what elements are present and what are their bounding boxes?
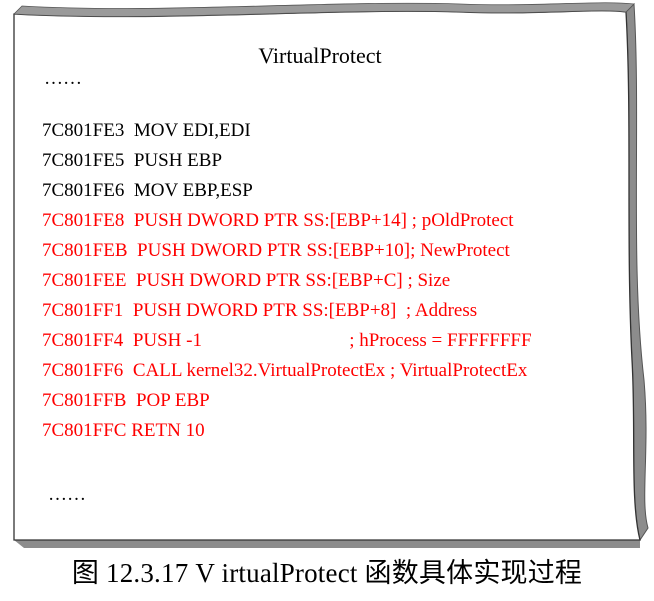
ellipsis-bottom: …… xyxy=(48,484,86,505)
code-line: 7C801FEB PUSH DWORD PTR SS:[EBP+10]; New… xyxy=(42,236,532,266)
code-instruction: PUSH DWORD PTR SS:[EBP+14] ; pOldProtect xyxy=(133,210,514,231)
code-address: 7C801FF6 xyxy=(42,360,124,381)
code-instruction: CALL kernel32.VirtualProtectEx ; Virtual… xyxy=(132,360,528,381)
code-line: 7C801FF4 PUSH -1 ; hProcess = FFFFFFFF xyxy=(42,326,532,356)
code-address: 7C801FFC xyxy=(42,420,127,441)
code-address: 7C801FE8 xyxy=(42,210,125,231)
code-instruction: PUSH DWORD PTR SS:[EBP+8] ; Address xyxy=(132,300,478,321)
code-gap xyxy=(124,146,134,176)
code-line: 7C801FF1 PUSH DWORD PTR SS:[EBP+8] ; Add… xyxy=(42,296,532,326)
code-address: 7C801FF1 xyxy=(42,300,124,321)
code-gap xyxy=(124,206,134,236)
ellipsis-top: …… xyxy=(44,68,82,89)
code-instruction: POP EBP xyxy=(135,390,210,411)
code-line: 7C801FEE PUSH DWORD PTR SS:[EBP+C] ; Siz… xyxy=(42,266,532,296)
code-gap xyxy=(126,386,136,416)
code-address: 7C801FEE xyxy=(42,270,127,291)
code-gap xyxy=(123,296,133,326)
code-address: 7C801FE6 xyxy=(42,180,125,201)
code-line: 7C801FFC RETN 10 xyxy=(42,416,532,446)
code-gap xyxy=(123,356,133,386)
code-address: 7C801FF4 xyxy=(42,330,124,351)
code-gap xyxy=(123,326,133,356)
code-line: 7C801FE3 MOV EDI,EDI xyxy=(42,116,532,146)
code-instruction: PUSH EBP xyxy=(133,150,223,171)
code-instruction: MOV EDI,EDI xyxy=(133,120,251,141)
code-gap xyxy=(124,176,134,206)
code-gap xyxy=(126,266,136,296)
code-address: 7C801FE3 xyxy=(42,120,125,141)
code-instruction: MOV EBP,ESP xyxy=(133,180,253,201)
code-address: 7C801FE5 xyxy=(42,150,125,171)
code-line: 7C801FE8 PUSH DWORD PTR SS:[EBP+14] ; pO… xyxy=(42,206,532,236)
code-listing: 7C801FE3 MOV EDI,EDI 7C801FE5 PUSH EBP 7C8… xyxy=(42,116,532,446)
figure-caption: 图 12.3.17 V irtualProtect 函数具体实现过程 xyxy=(71,558,583,588)
document-title: VirtualProtect xyxy=(258,43,382,68)
code-gap xyxy=(124,116,134,146)
code-line: 7C801FF6 CALL kernel32.VirtualProtectEx … xyxy=(42,356,532,386)
code-address: 7C801FEB xyxy=(42,240,128,261)
code-instruction: PUSH DWORD PTR SS:[EBP+10]; NewProtect xyxy=(137,240,510,261)
code-instruction: PUSH -1 ; hProcess = FFFFFFFF xyxy=(132,330,532,351)
code-gap xyxy=(128,236,138,266)
code-line: 7C801FE6 MOV EBP,ESP xyxy=(42,176,532,206)
code-line: 7C801FFB POP EBP xyxy=(42,386,532,416)
code-line: 7C801FE5 PUSH EBP xyxy=(42,146,532,176)
code-address: 7C801FFB xyxy=(42,390,127,411)
code-instruction: RETN 10 xyxy=(131,420,205,441)
code-instruction: PUSH DWORD PTR SS:[EBP+C] ; Size xyxy=(135,270,451,291)
